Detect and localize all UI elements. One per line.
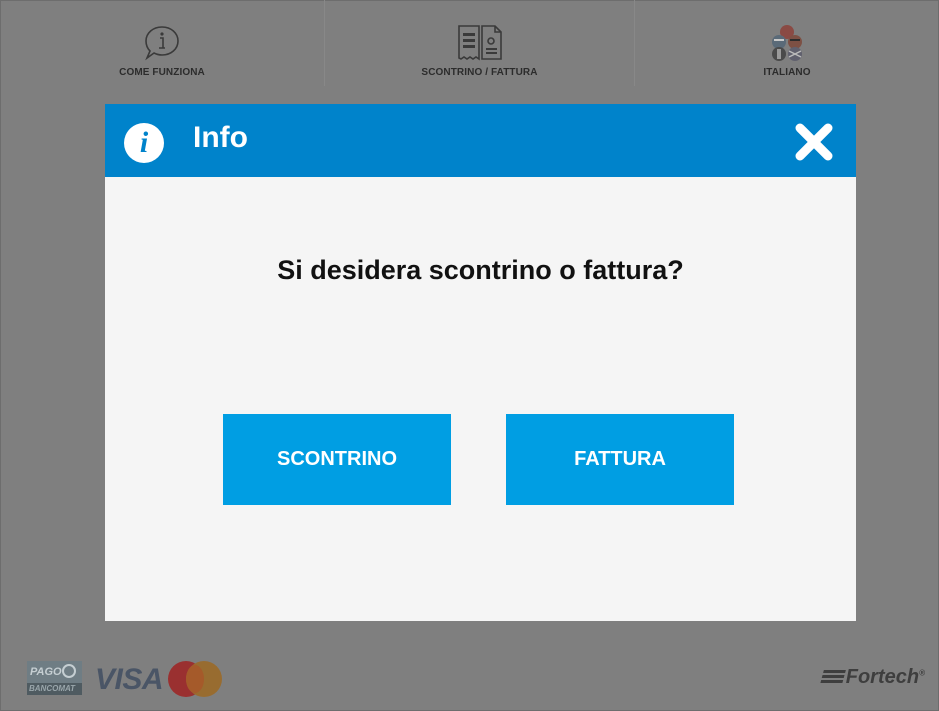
info-bubble-icon xyxy=(145,26,179,61)
pagobancomat-bottom: BANCOMAT xyxy=(27,683,82,695)
nav-come-funziona[interactable]: COME FUNZIONA xyxy=(0,0,325,86)
nav-label: ITALIANO xyxy=(763,67,811,78)
dialog-header: i Info xyxy=(105,104,856,177)
visa-logo: VISA xyxy=(95,663,164,696)
info-icon: i xyxy=(124,123,164,163)
receipt-invoice-icon xyxy=(457,25,502,61)
fortech-bars-icon xyxy=(819,670,846,684)
language-flags-icon xyxy=(772,25,802,61)
nav-label: COME FUNZIONA xyxy=(119,67,205,78)
scontrino-button[interactable]: SCONTRINO xyxy=(223,414,451,505)
dialog-title: Info xyxy=(193,121,248,154)
nav-scontrino-fattura[interactable]: SCONTRINO / FATTURA xyxy=(325,0,635,86)
fortech-brand: Fortech xyxy=(845,666,920,688)
dialog-question: Si desidera scontrino o fattura? xyxy=(277,255,684,285)
fattura-button[interactable]: FATTURA xyxy=(506,414,734,505)
kiosk-screen: COME FUNZIONA SCONTRINO / FATTURA ITALIA… xyxy=(0,0,939,711)
registered-mark: ® xyxy=(919,668,925,678)
nav-label: SCONTRINO / FATTURA xyxy=(421,67,538,78)
nav-language-italiano[interactable]: ITALIANO xyxy=(635,0,939,86)
pagobancomat-logo: PAGO BANCOMAT xyxy=(27,661,82,695)
top-navigation: COME FUNZIONA SCONTRINO / FATTURA ITALIA… xyxy=(0,0,939,86)
info-dialog: i Info Si desidera scontrino o fattura? … xyxy=(105,104,856,621)
payment-footer: PAGO BANCOMAT VISA Fortech® xyxy=(0,653,939,711)
pagobancomat-circle xyxy=(62,664,76,678)
close-icon[interactable] xyxy=(794,122,834,162)
fortech-logo: Fortech® xyxy=(819,666,925,689)
mastercard-logo xyxy=(168,661,222,697)
